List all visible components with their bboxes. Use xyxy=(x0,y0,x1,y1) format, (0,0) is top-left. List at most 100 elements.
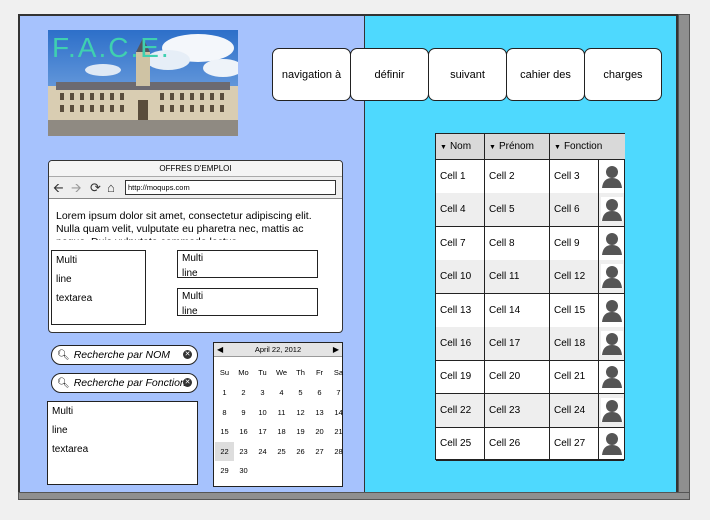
table-cell: Cell 10 xyxy=(436,260,485,294)
table-cell: Cell 15 xyxy=(550,293,599,327)
textarea-small-1[interactable]: Multi line xyxy=(177,250,318,278)
search-fonction-placeholder: Recherche par Fonction xyxy=(73,377,186,389)
nav-button-5[interactable]: charges xyxy=(584,48,662,101)
table-cell: Cell 23 xyxy=(485,393,550,427)
calendar-day[interactable]: 20 xyxy=(310,422,329,441)
nav-button-4[interactable]: cahier des xyxy=(506,48,585,101)
table-row[interactable]: Cell 22 Cell 23 Cell 24 xyxy=(436,393,624,428)
calendar-day[interactable]: 16 xyxy=(234,422,253,441)
clear-icon[interactable]: ✕ xyxy=(183,350,192,359)
column-header-fonction[interactable]: ▼ Fonction xyxy=(550,134,625,160)
search-nom-input[interactable]: 🔍︎ Recherche par NOM ✕ xyxy=(51,345,198,365)
table-cell: Cell 11 xyxy=(485,260,550,294)
calendar-day[interactable]: 26 xyxy=(291,442,310,461)
nav-button-label: suivant xyxy=(450,68,485,81)
column-header-label: Fonction xyxy=(563,141,603,152)
table-cell: Cell 16 xyxy=(436,327,485,360)
column-header-label: Prénom xyxy=(498,141,534,152)
chevron-left-icon[interactable]: ◀ xyxy=(217,343,223,357)
textarea-small-2[interactable]: Multi line xyxy=(177,288,318,316)
sort-down-icon: ▼ xyxy=(554,144,561,151)
table-row[interactable]: Cell 16 Cell 17 Cell 18 xyxy=(436,327,624,361)
calendar[interactable]: ◀ April 22, 2012 ▶ Su Mo Tu We Th Fr Sa 1 2 3 4 5 6 7… xyxy=(213,342,343,487)
table-cell: Cell 20 xyxy=(485,360,550,394)
nav-button-label: cahier des xyxy=(520,68,571,81)
calendar-day[interactable]: 3 xyxy=(253,383,272,402)
arrow-left-icon[interactable]: 🡨 xyxy=(53,180,64,196)
table-row[interactable]: Cell 7 Cell 8 Cell 9 xyxy=(436,226,624,261)
horizontal-scrollbar[interactable] xyxy=(18,492,690,500)
calendar-day[interactable]: 2 xyxy=(234,383,253,402)
textarea-line: Multi xyxy=(182,253,204,264)
nav-button-1[interactable]: navigation à xyxy=(272,48,351,101)
search-nom-placeholder: Recherche par NOM xyxy=(73,349,170,361)
calendar-month-label: April 22, 2012 xyxy=(254,345,302,354)
search-icon: 🔍︎ xyxy=(57,349,70,361)
calendar-day[interactable]: 27 xyxy=(310,442,329,461)
table-cell: Cell 17 xyxy=(485,327,550,360)
calendar-day[interactable]: 28 xyxy=(329,442,348,461)
calendar-day[interactable]: 1 xyxy=(215,383,234,402)
calendar-day[interactable]: 13 xyxy=(310,403,329,422)
textarea-line: textarea xyxy=(56,293,93,304)
calendar-day[interactable]: 7 xyxy=(329,383,348,402)
browser-title: OFFRES D'EMPLOI xyxy=(49,161,342,177)
calendar-day[interactable]: 4 xyxy=(272,383,291,402)
calendar-day[interactable]: 6 xyxy=(310,383,329,402)
calendar-day[interactable]: 21 xyxy=(329,422,348,441)
avatar-icon xyxy=(601,164,623,188)
table-row[interactable]: Cell 4 Cell 5 Cell 6 xyxy=(436,193,624,228)
calendar-day[interactable]: 18 xyxy=(272,422,291,441)
calendar-day[interactable]: 29 xyxy=(215,461,234,480)
textarea-line: Multi xyxy=(52,406,74,417)
table-cell: Cell 24 xyxy=(550,393,599,427)
table-cell: Cell 9 xyxy=(550,226,599,260)
calendar-day[interactable]: 9 xyxy=(234,403,253,422)
calendar-day-of-week: Su xyxy=(219,368,230,377)
browser-toolbar: 🡨 🡪 ⟳ ⌂ http://moqups.com xyxy=(49,177,342,199)
calendar-day[interactable]: 10 xyxy=(253,403,272,422)
table-row[interactable]: Cell 13 Cell 14 Cell 15 xyxy=(436,293,624,328)
calendar-day-of-week: Th xyxy=(296,368,305,377)
chevron-right-icon[interactable]: ▶ xyxy=(333,343,339,357)
url-input[interactable]: http://moqups.com xyxy=(125,180,336,195)
calendar-day[interactable]: 25 xyxy=(272,442,291,461)
calendar-day[interactable]: 8 xyxy=(215,403,234,422)
table-cell: Cell 6 xyxy=(550,193,599,227)
calendar-day[interactable]: 30 xyxy=(234,461,253,480)
textarea-line: line xyxy=(182,306,198,316)
logo-image: F.A.C.E. xyxy=(48,30,238,136)
calendar-day[interactable]: 17 xyxy=(253,422,272,441)
calendar-day[interactable]: 24 xyxy=(253,442,272,461)
table-cell: Cell 22 xyxy=(436,393,485,427)
table-cell: Cell 25 xyxy=(436,427,485,461)
textarea-bottom[interactable]: Multi line textarea xyxy=(47,401,198,485)
data-grid: ▼ Nom ▼ Prénom ▼ Fonction Cell 1 Cell 2 Cell … xyxy=(435,133,625,462)
calendar-day[interactable]: 5 xyxy=(291,383,310,402)
table-row[interactable]: Cell 25 Cell 26 Cell 27 xyxy=(436,427,624,462)
calendar-day[interactable]: 23 xyxy=(234,442,253,461)
vertical-scrollbar[interactable] xyxy=(678,14,690,498)
calendar-day[interactable]: 22 xyxy=(215,441,234,461)
arrow-right-icon[interactable]: 🡪 xyxy=(71,180,82,196)
column-header-prenom[interactable]: ▼ Prénom xyxy=(485,134,550,160)
calendar-day[interactable]: 12 xyxy=(291,403,310,422)
table-row[interactable]: Cell 1 Cell 2 Cell 3 xyxy=(436,160,624,194)
avatar-icon xyxy=(601,297,623,322)
table-cell: Cell 14 xyxy=(485,293,550,327)
textarea-large[interactable]: Multi line textarea xyxy=(51,250,146,325)
calendar-day[interactable]: 11 xyxy=(272,403,291,422)
search-fonction-input[interactable]: 🔍︎ Recherche par Fonction ✕ xyxy=(51,373,198,393)
refresh-icon[interactable]: ⟳ xyxy=(90,180,101,196)
nav-button-3[interactable]: suivant xyxy=(428,48,507,101)
column-header-nom[interactable]: ▼ Nom xyxy=(436,134,485,160)
textarea-line: textarea xyxy=(52,444,89,455)
nav-button-2[interactable]: définir xyxy=(350,48,429,101)
calendar-day[interactable]: 19 xyxy=(291,422,310,441)
table-row[interactable]: Cell 10 Cell 11 Cell 12 xyxy=(436,260,624,295)
table-row[interactable]: Cell 19 Cell 20 Cell 21 xyxy=(436,360,624,395)
clear-icon[interactable]: ✕ xyxy=(183,378,192,387)
home-icon[interactable]: ⌂ xyxy=(107,180,115,196)
calendar-day[interactable]: 14 xyxy=(329,403,348,422)
calendar-day[interactable]: 15 xyxy=(215,422,234,441)
